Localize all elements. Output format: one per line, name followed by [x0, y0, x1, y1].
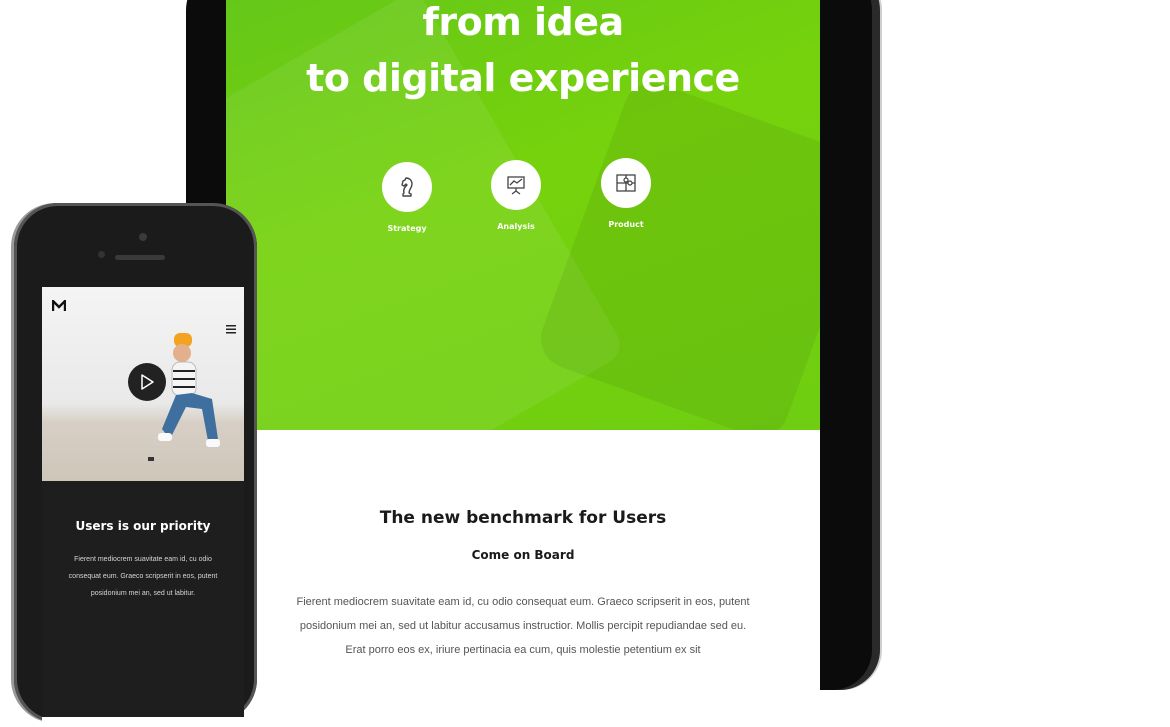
- feature-strategy-circle: [382, 162, 432, 212]
- logo[interactable]: [51, 297, 67, 316]
- phone-device: Users is our priority Fierent mediocrem …: [14, 203, 257, 727]
- logo-m-icon: [51, 298, 67, 311]
- section-title: The new benchmark for Users: [379, 508, 667, 528]
- hero-section: from idea to digital experience Strategy: [226, 0, 820, 430]
- play-video-button[interactable]: [128, 363, 166, 401]
- section-body-text: Fierent mediocrem suavitate eam id, cu o…: [296, 596, 750, 656]
- hero-title-line2: to digital experience: [306, 56, 740, 100]
- phone-next-section: [42, 717, 244, 727]
- feature-product[interactable]: Product: [576, 158, 676, 229]
- person-image: [148, 333, 220, 461]
- tablet-screen: from idea to digital experience Strategy: [226, 0, 820, 690]
- chess-knight-icon: [401, 177, 413, 197]
- feature-analysis-circle: [491, 160, 541, 210]
- phone-camera: [139, 233, 147, 241]
- phone-sensor: [98, 251, 105, 258]
- feature-product-label: Product: [608, 220, 644, 229]
- phone-speaker: [115, 255, 165, 260]
- section-subtitle: Come on Board: [471, 548, 575, 562]
- feature-analysis[interactable]: Analysis: [466, 160, 566, 231]
- hero-title-line1: from idea: [422, 0, 624, 44]
- tablet-device: from idea to digital experience Strategy: [186, 0, 872, 690]
- puzzle-icon: [616, 174, 636, 192]
- phone-hero-image: [42, 287, 244, 481]
- feature-strategy[interactable]: Strategy: [357, 162, 457, 233]
- presentation-chart-icon: [507, 176, 525, 195]
- play-icon: [141, 374, 154, 390]
- phone-screen: Users is our priority Fierent mediocrem …: [42, 287, 244, 727]
- phone-section-body: Fierent mediocrem suavitate eam id, cu o…: [68, 556, 218, 597]
- feature-product-circle: [601, 158, 651, 208]
- feature-analysis-label: Analysis: [497, 222, 535, 231]
- phone-section-title: Users is our priority: [75, 519, 211, 533]
- feature-strategy-label: Strategy: [387, 224, 427, 233]
